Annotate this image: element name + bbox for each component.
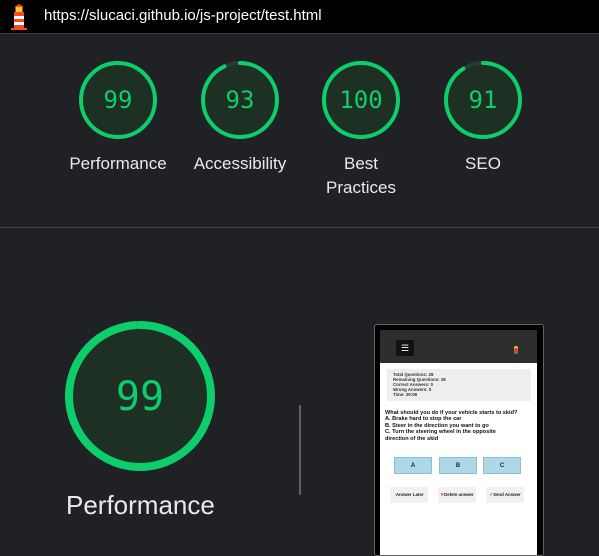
top-bar: https://slucaci.github.io/js-project/tes…: [0, 0, 599, 34]
question-line: direction of the skid: [385, 435, 439, 442]
final-screenshot: ☰ Total Questions: 28 Remaining Question…: [374, 324, 544, 556]
gauge-label: Best Practices: [326, 154, 396, 197]
gauge-score: 99: [104, 86, 133, 114]
score-ring-accessibility: 93: [201, 61, 279, 139]
performance-title: Performance: [66, 490, 215, 520]
quiz-stats: Total Questions: 28 Remaining Questions:…: [387, 369, 531, 401]
gauge-label: Performance: [69, 154, 167, 173]
score-ring-performance: 99: [79, 61, 157, 139]
option-a-button: A: [394, 457, 432, 474]
gauge-best-practices[interactable]: 100 Best Practices: [301, 60, 421, 200]
hamburger-icon: ☰: [396, 340, 414, 356]
delete-answer-button: ✕Delete answer: [438, 487, 476, 503]
gauge-label: SEO: [465, 154, 501, 173]
stat-time: Time: 29:08: [393, 392, 418, 397]
traffic-light-icon: [514, 348, 518, 352]
answer-later-button: !Answer Later: [390, 487, 428, 503]
action-label: Answer Later: [395, 492, 424, 497]
lighthouse-logo-icon: [11, 4, 27, 30]
category-gauges: 99 Performance 93 Accessibility 100 Best…: [0, 60, 599, 210]
option-c-button: C: [483, 457, 521, 474]
page-url[interactable]: https://slucaci.github.io/js-project/tes…: [44, 7, 322, 24]
question-text: What should you do if your vehicle start…: [385, 410, 535, 442]
gauge-performance[interactable]: 99 Performance: [58, 60, 178, 176]
performance-score: 99: [116, 374, 164, 420]
app-header: ☰: [380, 330, 537, 363]
gauge-score: 93: [226, 86, 255, 114]
action-label: Delete answer: [444, 492, 474, 497]
gauge-accessibility[interactable]: 93 Accessibility: [180, 60, 300, 176]
score-ring-best-practices: 100: [322, 61, 400, 139]
section-divider: [0, 227, 599, 228]
gauge-score: 91: [469, 86, 498, 114]
vertical-separator: [299, 405, 301, 495]
gauge-score: 100: [339, 86, 382, 114]
action-label: Send Answer: [493, 492, 521, 497]
gauge-seo[interactable]: 91 SEO: [423, 60, 543, 176]
gauge-label: Accessibility: [193, 154, 287, 173]
send-answer-button: ✓Send Answer: [486, 487, 524, 503]
score-ring-seo: 91: [444, 61, 522, 139]
performance-score-gauge: 99: [65, 321, 215, 471]
app-body: Total Questions: 28 Remaining Questions:…: [380, 363, 537, 555]
option-b-button: B: [439, 457, 477, 474]
